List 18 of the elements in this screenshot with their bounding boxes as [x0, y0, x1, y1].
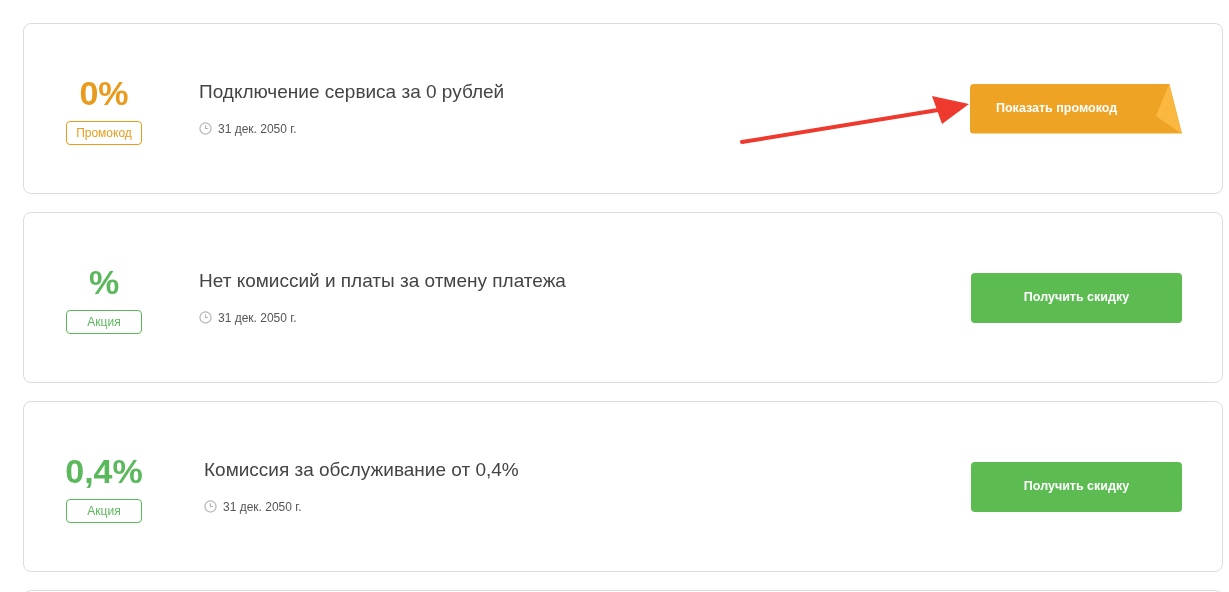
discount-value: %	[88, 261, 120, 302]
offer-title: Подключение сервиса за 0 рублей	[199, 79, 506, 104]
clock-icon	[199, 311, 212, 324]
offer-title: Комиссия за обслуживание от 0,4%	[204, 457, 520, 482]
discount-value: 0%	[79, 72, 129, 113]
get-discount-button[interactable]: Получить скидку	[971, 272, 1182, 323]
clock-icon	[199, 122, 212, 135]
clock-icon	[204, 500, 217, 513]
expiry-date: 31 дек. 2050 г.	[218, 309, 297, 327]
show-promocode-button[interactable]: Показать промокод	[970, 83, 1182, 134]
discount-value: 0,4%	[65, 450, 143, 491]
expiry-date: 31 дек. 2050 г.	[218, 120, 297, 138]
offer-type-badge: Акция	[66, 309, 142, 334]
expiry-date: 31 дек. 2050 г.	[223, 498, 302, 516]
get-discount-button[interactable]: Получить скидку	[971, 461, 1182, 512]
offer-title: Нет комиссий и платы за отмену платежа	[199, 268, 567, 293]
offer-type-badge: Промокод	[66, 120, 142, 145]
offer-type-badge: Акция	[66, 498, 142, 523]
